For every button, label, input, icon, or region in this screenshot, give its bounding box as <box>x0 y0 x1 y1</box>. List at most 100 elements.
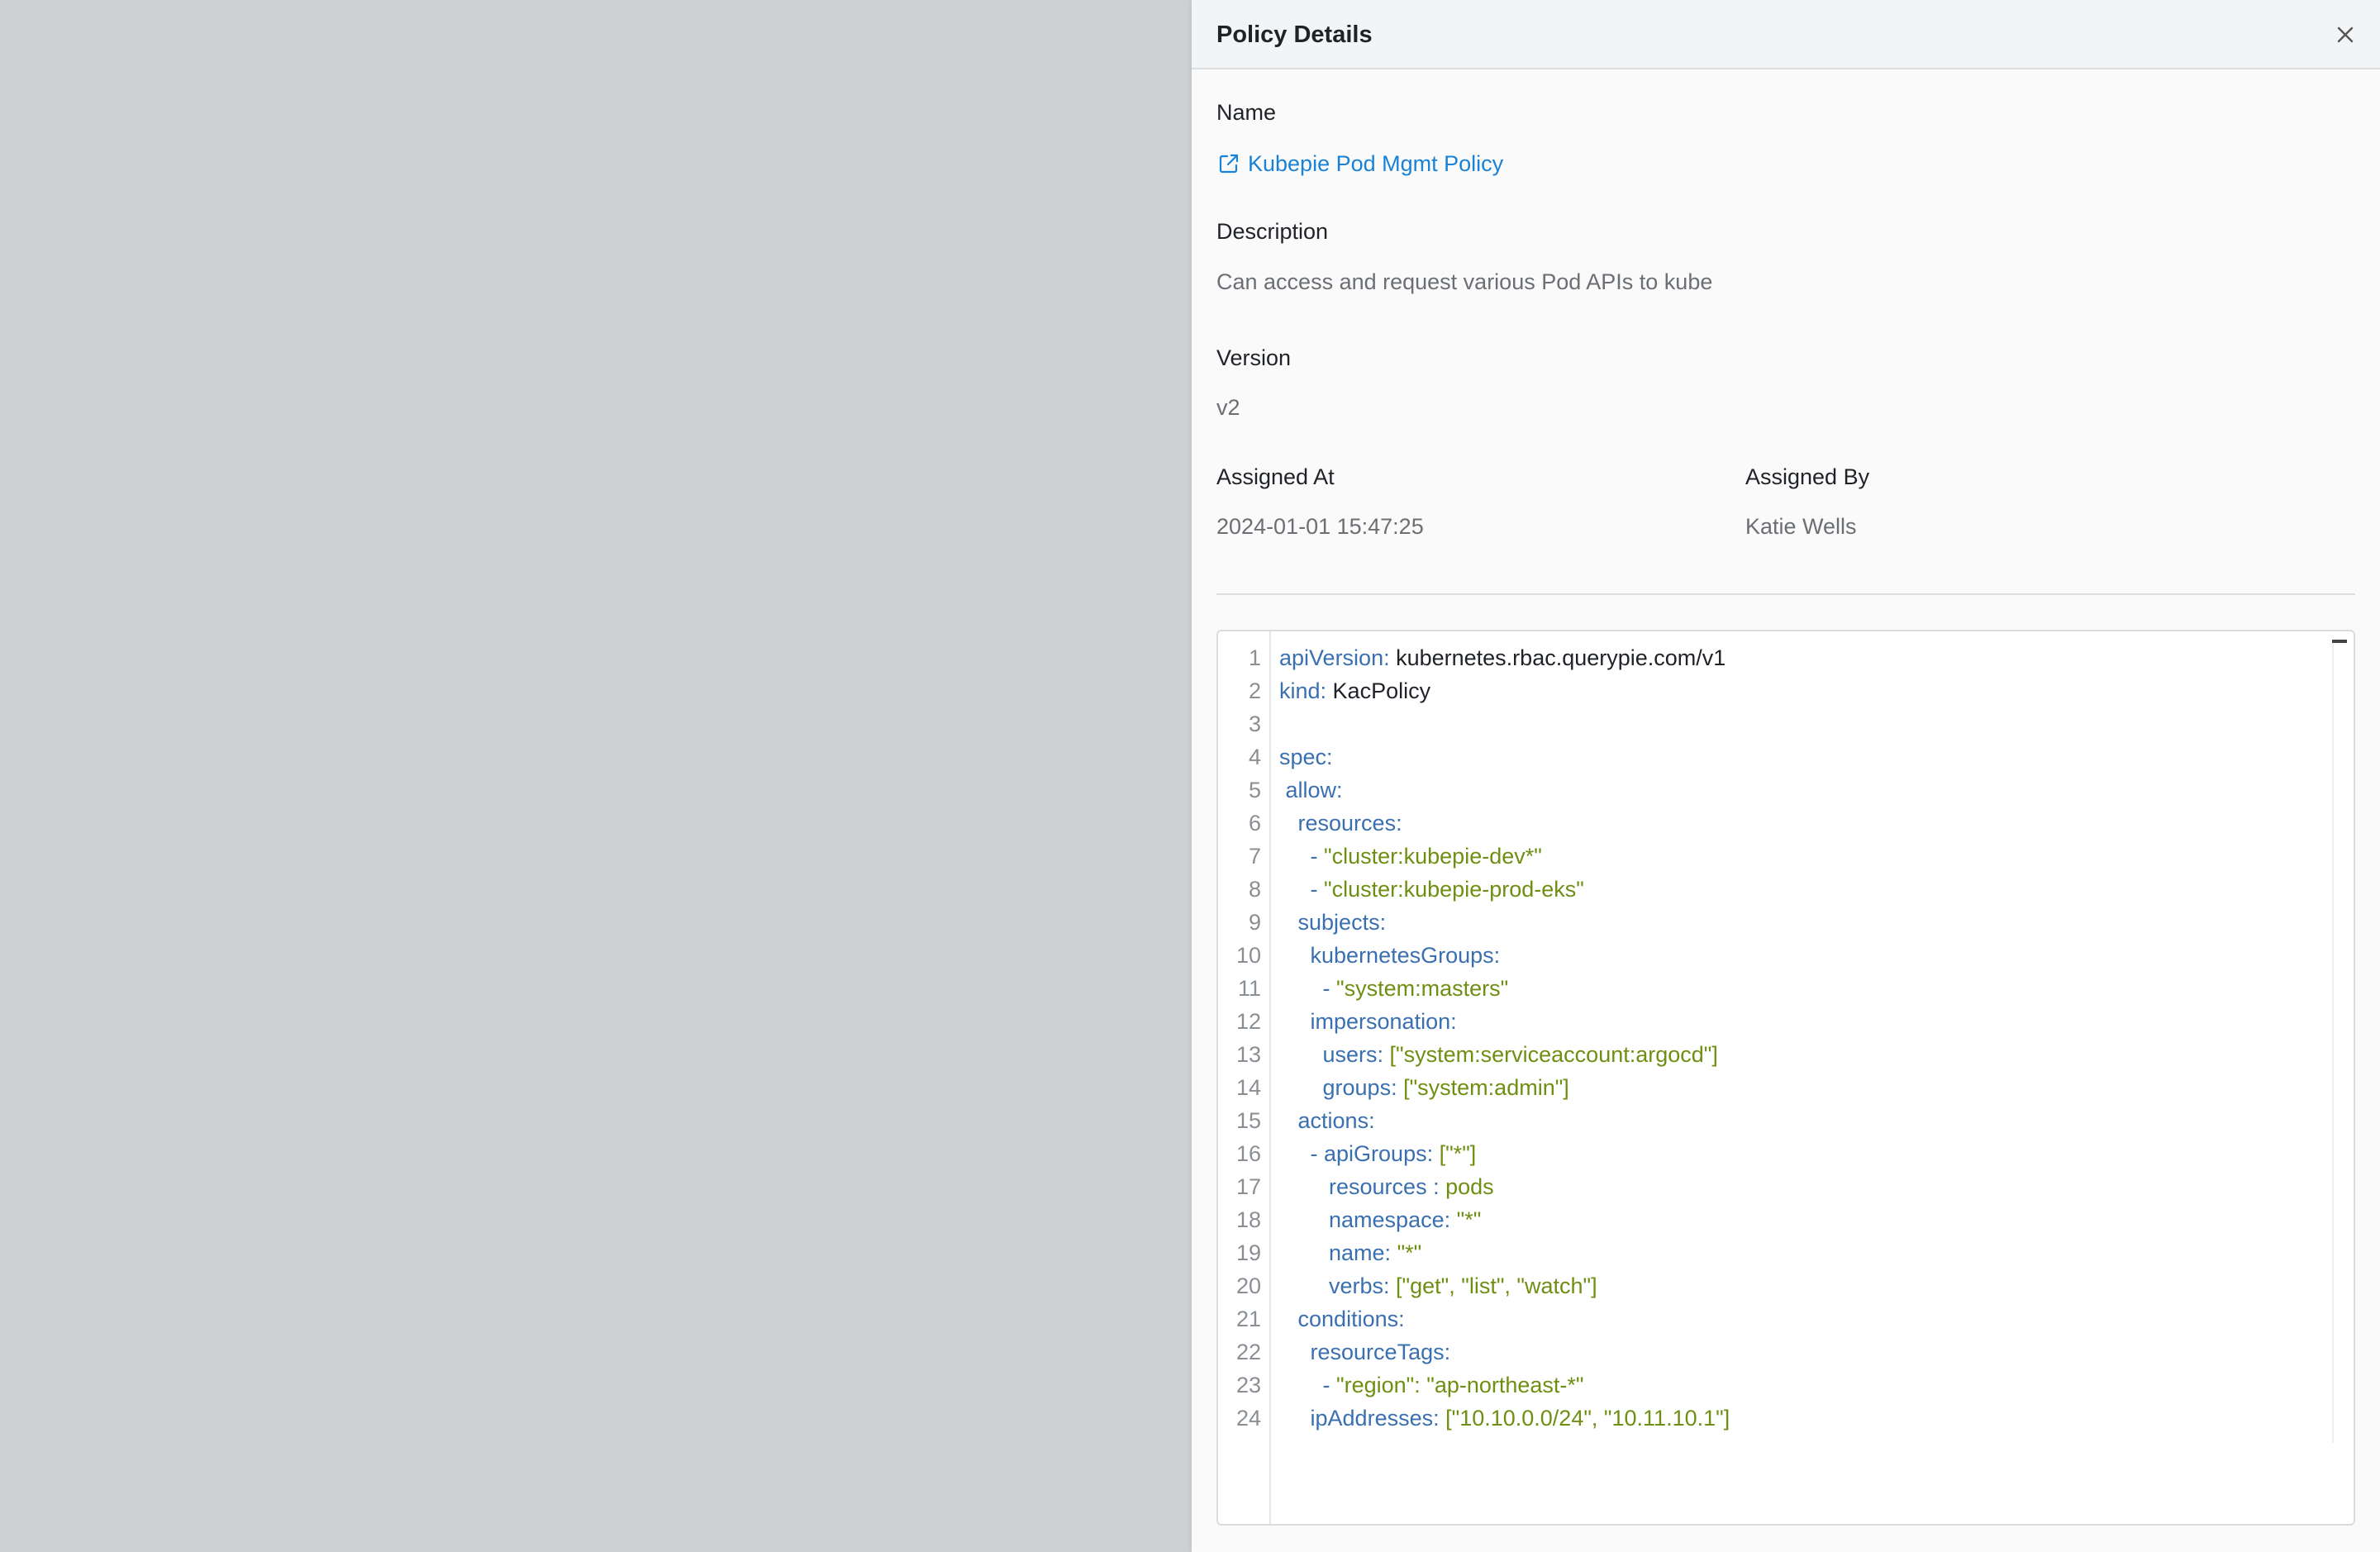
line-number-gutter: 1 2 3 4 5 6 7 8 9 10 11 12 13 14 15 16 17 18 19 20 21 22 23 24 <box>1218 631 1271 1524</box>
line-number: 20 <box>1235 1273 1261 1298</box>
line-number: 7 <box>1248 844 1261 869</box>
code-line[interactable]: actions: <box>1279 1104 1375 1137</box>
code-line[interactable]: spec: <box>1279 740 1333 774</box>
code-value: ["10.10.0.0/24", "10.11.10.1"] <box>1439 1406 1730 1431</box>
code-key: resourceTags: <box>1310 1340 1451 1364</box>
line-number: 23 <box>1235 1373 1261 1397</box>
code-key: - <box>1310 844 1325 869</box>
code-line[interactable]: resources : pods <box>1279 1170 1494 1203</box>
code-value: "cluster:kubepie-dev*" <box>1324 844 1542 869</box>
code-key: ipAddresses: <box>1310 1406 1440 1431</box>
line-number: 8 <box>1248 877 1261 902</box>
line-number: 14 <box>1235 1075 1261 1100</box>
close-icon[interactable] <box>2330 20 2360 50</box>
version-label: Version <box>1216 345 1292 370</box>
line-number: 2 <box>1248 678 1261 703</box>
external-link-icon <box>1216 151 1241 176</box>
code-line[interactable]: apiVersion: kubernetes.rbac.querypie.com… <box>1279 641 1726 674</box>
code-line[interactable]: allow: <box>1279 774 1343 807</box>
code-line[interactable]: - "cluster:kubepie-prod-eks" <box>1279 873 1584 906</box>
line-number: 9 <box>1248 910 1261 935</box>
line-number: 18 <box>1235 1207 1261 1232</box>
code-key: - <box>1310 877 1325 902</box>
line-number: 22 <box>1235 1340 1261 1364</box>
drawer-header: Policy Details <box>1192 0 2380 69</box>
line-number: 10 <box>1235 943 1261 968</box>
code-line[interactable]: - "region": "ap-northeast-*" <box>1279 1369 1584 1402</box>
code-line[interactable]: conditions: <box>1279 1302 1405 1335</box>
code-value: "system:masters" <box>1336 976 1509 1001</box>
code-value: "*" <box>1391 1240 1422 1265</box>
code-line[interactable]: - "cluster:kubepie-dev*" <box>1279 840 1542 873</box>
line-number: 1 <box>1248 645 1261 670</box>
code-value: ["*"] <box>1433 1141 1477 1166</box>
code-line[interactable]: subjects: <box>1279 906 1387 939</box>
line-number: 12 <box>1235 1009 1261 1034</box>
section-divider <box>1216 593 2355 595</box>
code-key: subjects: <box>1297 910 1387 935</box>
assigned-at-label: Assigned At <box>1216 464 1335 489</box>
code-line[interactable]: groups: ["system:admin"] <box>1279 1071 1569 1104</box>
code-value: pods <box>1439 1174 1494 1199</box>
code-line[interactable]: verbs: ["get", "list", "watch"] <box>1279 1269 1597 1302</box>
code-line[interactable]: name: "*" <box>1279 1236 1421 1269</box>
scrollbar-thumb[interactable] <box>2332 640 2347 643</box>
code-key: kind: <box>1279 678 1327 703</box>
line-number: 6 <box>1248 811 1261 836</box>
code-value: "region": "ap-northeast-*" <box>1336 1373 1584 1397</box>
code-value: kubernetes.rbac.querypie.com/v1 <box>1389 645 1726 670</box>
line-number: 3 <box>1248 712 1261 736</box>
code-line[interactable]: kubernetesGroups: <box>1279 939 1501 972</box>
code-line[interactable]: - "system:masters" <box>1279 972 1509 1005</box>
code-value: ["system:admin"] <box>1397 1075 1569 1100</box>
code-key: - <box>1322 1373 1337 1397</box>
description-label: Description <box>1216 219 1329 244</box>
code-key: users: <box>1322 1042 1384 1067</box>
line-number: 21 <box>1235 1307 1261 1331</box>
line-number: 5 <box>1248 778 1261 802</box>
code-line[interactable]: impersonation: <box>1279 1005 1457 1038</box>
line-number: 15 <box>1235 1108 1261 1133</box>
code-value: "*" <box>1450 1207 1482 1232</box>
line-number: 17 <box>1235 1174 1261 1199</box>
code-value: ["system:serviceaccount:argocd"] <box>1383 1042 1718 1067</box>
assigned-by-value: Katie Wells <box>1745 514 1857 539</box>
code-line[interactable]: namespace: "*" <box>1279 1203 1481 1236</box>
editor-scrollbar[interactable] <box>2332 640 2347 1443</box>
code-key: impersonation: <box>1310 1009 1457 1034</box>
code-key: resources : <box>1329 1174 1440 1199</box>
yaml-code-editor[interactable]: 1 2 3 4 5 6 7 8 9 10 11 12 13 14 15 16 17 18 19 20 21 22 23 24 … <box>1216 630 2355 1526</box>
version-value: v2 <box>1216 395 1240 420</box>
assigned-at-value: 2024-01-01 15:47:25 <box>1216 514 1424 539</box>
code-line[interactable]: users: ["system:serviceaccount:argocd"] <box>1279 1038 1718 1071</box>
name-label: Name <box>1216 100 1277 125</box>
policy-name-link[interactable]: Kubepie Pod Mgmt Policy <box>1216 147 1503 180</box>
line-number: 4 <box>1248 745 1261 769</box>
code-line[interactable]: kind: KacPolicy <box>1279 674 1430 707</box>
line-number: 19 <box>1235 1240 1261 1265</box>
line-number: 24 <box>1235 1406 1261 1431</box>
code-line[interactable]: - apiGroups: ["*"] <box>1279 1137 1477 1170</box>
modal-backdrop[interactable] <box>0 0 1192 1552</box>
code-key: namespace: <box>1329 1207 1451 1232</box>
policy-details-drawer: Policy Details Name Kubepie Pod Mgmt Pol… <box>1192 0 2380 1552</box>
code-value: ["get", "list", "watch"] <box>1389 1273 1597 1298</box>
code-line[interactable]: resourceTags: <box>1279 1335 1451 1369</box>
code-line[interactable]: ipAddresses: ["10.10.0.0/24", "10.11.10.… <box>1279 1402 1730 1435</box>
code-line[interactable]: resources: <box>1279 807 1402 840</box>
code-key: - apiGroups: <box>1310 1141 1434 1166</box>
